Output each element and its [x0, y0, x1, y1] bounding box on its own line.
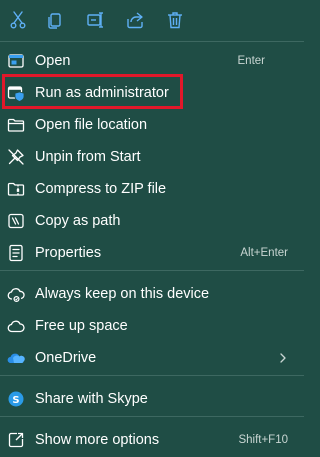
zip-folder-icon [6, 179, 26, 199]
show-more-options-label: Show more options [35, 432, 160, 448]
free-up-space-label: Free up space [35, 318, 128, 334]
open-file-location-label: Open file location [35, 117, 148, 133]
menu-item-free-up-space[interactable]: Free up space [0, 310, 304, 342]
menu-item-always-keep-on-device[interactable]: Always keep on this device [0, 278, 304, 310]
onedrive-icon [6, 348, 26, 368]
always-keep-label: Always keep on this device [35, 286, 210, 302]
menu-item-properties[interactable]: Properties Alt+Enter [0, 237, 304, 269]
cloud-icon [6, 316, 26, 336]
unpin-icon [6, 147, 26, 167]
properties-icon [6, 243, 26, 263]
menu-item-onedrive[interactable]: OneDrive [0, 342, 304, 374]
menu-item-unpin-from-start[interactable]: Unpin from Start [0, 141, 304, 173]
show-more-options-shortcut: Shift+F10 [238, 434, 288, 446]
menu-item-open-file-location[interactable]: Open file location [0, 109, 304, 141]
run-as-administrator-label: Run as administrator [35, 85, 169, 101]
quick-actions-toolbar [0, 0, 304, 40]
onedrive-label: OneDrive [35, 350, 97, 366]
shield-icon [6, 83, 26, 103]
properties-shortcut: Alt+Enter [240, 247, 288, 259]
menu-item-compress-to-zip[interactable]: Compress to ZIP file [0, 173, 304, 205]
delete-button[interactable] [161, 6, 189, 34]
svg-text:S: S [12, 395, 19, 406]
menu-item-open[interactable]: Open Enter [0, 45, 304, 77]
more-options-icon [6, 430, 26, 450]
section-divider-2 [0, 375, 304, 376]
copy-icon [48, 13, 61, 29]
open-shortcut: Enter [237, 55, 266, 67]
compress-to-zip-label: Compress to ZIP file [35, 181, 167, 197]
path-icon [6, 211, 26, 231]
unpin-from-start-label: Unpin from Start [35, 149, 141, 165]
section-divider-3 [0, 416, 304, 417]
share-button[interactable] [121, 6, 149, 34]
copy-as-path-label: Copy as path [35, 213, 121, 229]
skype-icon: S [6, 389, 26, 409]
menu-item-copy-as-path[interactable]: Copy as path [0, 205, 304, 237]
chevron-right-icon [280, 353, 286, 363]
open-icon [6, 51, 26, 71]
copy-button[interactable] [41, 6, 69, 34]
menu-item-show-more-options[interactable]: Show more options Shift+F10 [0, 424, 304, 456]
properties-label: Properties [35, 245, 102, 261]
cloud-sync-icon [6, 284, 26, 304]
context-menu: Open Enter Run as administrator Open fil… [0, 0, 304, 457]
open-label: Open [35, 53, 71, 69]
share-icon [127, 12, 143, 29]
share-with-skype-label: Share with Skype [35, 391, 148, 407]
cut-icon [10, 11, 26, 29]
menu-item-run-as-administrator[interactable]: Run as administrator [0, 77, 304, 109]
rename-icon [87, 12, 103, 28]
section-divider-1 [0, 270, 304, 271]
menu-item-share-with-skype[interactable]: S Share with Skype [0, 383, 304, 415]
folder-icon [6, 115, 26, 135]
rename-button[interactable] [82, 6, 110, 34]
delete-icon [168, 12, 182, 29]
cut-button[interactable] [4, 6, 32, 34]
toolbar-divider [0, 41, 304, 42]
